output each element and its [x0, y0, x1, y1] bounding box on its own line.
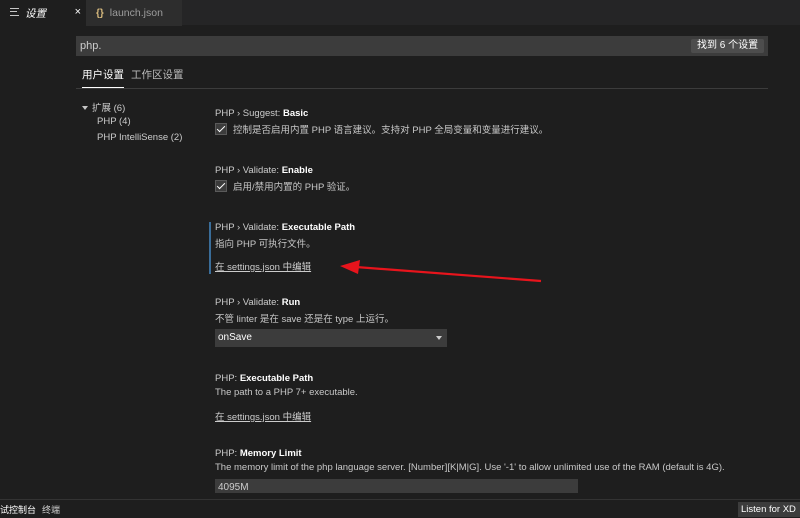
- setting-description: The memory limit of the php language ser…: [215, 462, 725, 473]
- setting-title: PHP › Validate: Run: [215, 297, 301, 308]
- validate-enable-checkbox[interactable]: [215, 180, 227, 192]
- setting-description: 启用/禁用内置的 PHP 验证。: [233, 182, 356, 193]
- chevron-down-icon: [436, 336, 442, 340]
- search-result-badge: 找到 6 个设置: [691, 39, 765, 53]
- setting-memory-limit: PHP: Memory Limit The memory limit of th…: [215, 448, 775, 493]
- setting-title: PHP: Memory Limit: [215, 448, 302, 459]
- tab-terminal[interactable]: 终端: [42, 503, 60, 516]
- focused-setting-indicator: [209, 222, 211, 274]
- tab-workspace-settings[interactable]: 工作区设置: [131, 66, 184, 88]
- validate-run-select[interactable]: onSave: [215, 329, 447, 347]
- setting-executable-path: PHP: Executable Path The path to a PHP 7…: [215, 373, 775, 423]
- toc-item-php-intellisense[interactable]: PHP IntelliSense (2): [97, 132, 182, 143]
- chevron-down-icon: [82, 106, 88, 111]
- tab-user-settings[interactable]: 用户设置: [82, 66, 124, 88]
- memory-limit-input[interactable]: 4095M: [215, 479, 578, 493]
- tab-settings-label: 设置: [25, 7, 46, 20]
- setting-validate-enable: PHP › Validate: Enable 启用/禁用内置的 PHP 验证。: [215, 165, 775, 193]
- tab-launch-json-label: launch.json: [109, 7, 163, 19]
- checkbox-row: 启用/禁用内置的 PHP 验证。: [215, 179, 355, 193]
- setting-title: PHP › Validate: Executable Path: [215, 222, 356, 233]
- listen-for-xdebug-button[interactable]: Listen for XD: [738, 502, 800, 517]
- tab-launch-json[interactable]: {} launch.json: [86, 0, 182, 26]
- panel-bar: 试控制台 终端 Listen for XD: [0, 499, 800, 518]
- select-value: onSave: [218, 332, 252, 343]
- close-icon[interactable]: ×: [75, 6, 81, 18]
- edit-in-settings-json-link[interactable]: 在 settings.json 中编辑: [215, 409, 311, 423]
- editor-tab-bar: 设置 × {} launch.json: [0, 0, 800, 26]
- setting-description: 指向 PHP 可执行文件。: [215, 239, 316, 250]
- checkmark-icon: [216, 180, 226, 190]
- settings-search-input[interactable]: [76, 36, 768, 56]
- settings-list-icon: [10, 7, 19, 19]
- setting-description: The path to a PHP 7+ executable.: [215, 387, 358, 398]
- toc-item-php[interactable]: PHP (4): [97, 116, 131, 127]
- checkmark-icon: [216, 123, 226, 133]
- scope-divider: [76, 88, 768, 89]
- arrow-shaft: [355, 265, 542, 283]
- toc-item-extensions[interactable]: 扩展 (6): [82, 100, 125, 114]
- edit-in-settings-json-link[interactable]: 在 settings.json 中编辑: [215, 259, 311, 273]
- json-braces-icon: {}: [96, 7, 104, 19]
- setting-suggest-basic: PHP › Suggest: Basic 控制是否启用内置 PHP 语言建议。支…: [215, 108, 775, 136]
- setting-description: 不管 linter 是在 save 还是在 type 上运行。: [215, 314, 394, 325]
- setting-validate-executable-path: PHP › Validate: Executable Path 指向 PHP 可…: [215, 222, 775, 273]
- checkbox-row: 控制是否启用内置 PHP 语言建议。支持对 PHP 全局变量和变量进行建议。: [215, 122, 548, 136]
- suggest-basic-checkbox[interactable]: [215, 123, 227, 135]
- setting-title: PHP: Executable Path: [215, 373, 314, 384]
- setting-title: PHP › Validate: Enable: [215, 165, 313, 176]
- tab-settings[interactable]: 设置 ×: [0, 0, 86, 26]
- arrow-head: [340, 260, 360, 274]
- toc-item-label: 扩展 (6): [92, 103, 126, 114]
- tab-debug-console[interactable]: 试控制台: [0, 503, 36, 516]
- setting-validate-run: PHP › Validate: Run 不管 linter 是在 save 还是…: [215, 297, 775, 347]
- setting-title: PHP › Suggest: Basic: [215, 108, 309, 119]
- setting-description: 控制是否启用内置 PHP 语言建议。支持对 PHP 全局变量和变量进行建议。: [233, 125, 549, 136]
